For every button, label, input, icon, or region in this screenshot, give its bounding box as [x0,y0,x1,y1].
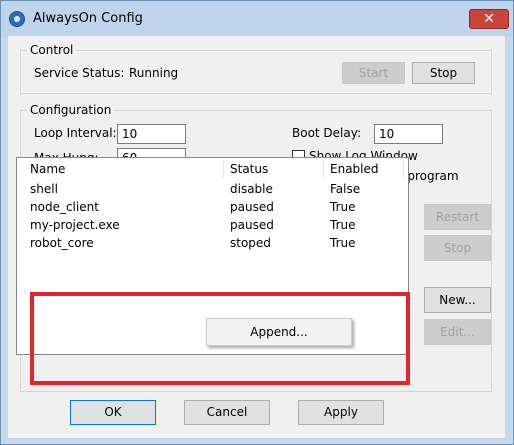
column-header-status[interactable]: Status [230,158,268,180]
start-button[interactable]: Start [342,62,405,84]
process-enabled: False [330,182,361,196]
service-status-label: Service Status: [34,66,125,80]
column-divider[interactable] [323,160,324,178]
process-status: stoped [230,236,271,250]
process-row[interactable]: node_client paused True [17,198,408,216]
loop-interval-input[interactable] [117,124,186,144]
control-group-label: Control [27,43,77,57]
append-menu-item[interactable]: Append... [209,322,349,342]
column-header-name[interactable]: Name [30,158,65,180]
column-divider[interactable] [223,160,224,178]
column-divider[interactable] [403,160,404,178]
process-enabled: True [330,236,356,250]
process-row[interactable]: my-project.exe paused True [17,216,408,234]
apply-button[interactable]: Apply [298,400,384,425]
ok-button[interactable]: OK [70,400,156,425]
window-title: AlwaysOn Config [33,11,143,26]
app-logo-icon [9,11,25,27]
process-enabled: True [330,218,356,232]
boot-delay-label: Boot Delay: [292,126,362,140]
process-row[interactable]: shell disable False [17,180,408,198]
edit-button[interactable]: Edit... [424,319,491,345]
close-button[interactable]: ✕ [469,9,509,29]
restart-button[interactable]: Restart [424,204,491,230]
title-bar[interactable]: AlwaysOn Config ✕ [1,1,513,37]
loop-interval-label: Loop Interval: [34,126,117,140]
process-name: robot_core [30,236,94,250]
configuration-group-label: Configuration [27,103,115,117]
stop-service-button[interactable]: Stop [412,62,475,84]
stop-process-button[interactable]: Stop [424,235,491,261]
context-menu: Append... [206,318,352,346]
service-status-value: Running [129,66,179,80]
column-header-enabled[interactable]: Enabled [330,158,379,180]
process-row[interactable]: robot_core stoped True [17,234,408,252]
new-button[interactable]: New... [424,287,491,313]
process-name: my-project.exe [30,218,120,232]
boot-delay-input[interactable] [374,124,443,144]
process-status: paused [230,218,274,232]
cancel-button[interactable]: Cancel [184,400,270,425]
process-name: shell [30,182,58,196]
process-status: disable [230,182,273,196]
process-enabled: True [330,200,356,214]
process-name: node_client [30,200,99,214]
process-status: paused [230,200,274,214]
